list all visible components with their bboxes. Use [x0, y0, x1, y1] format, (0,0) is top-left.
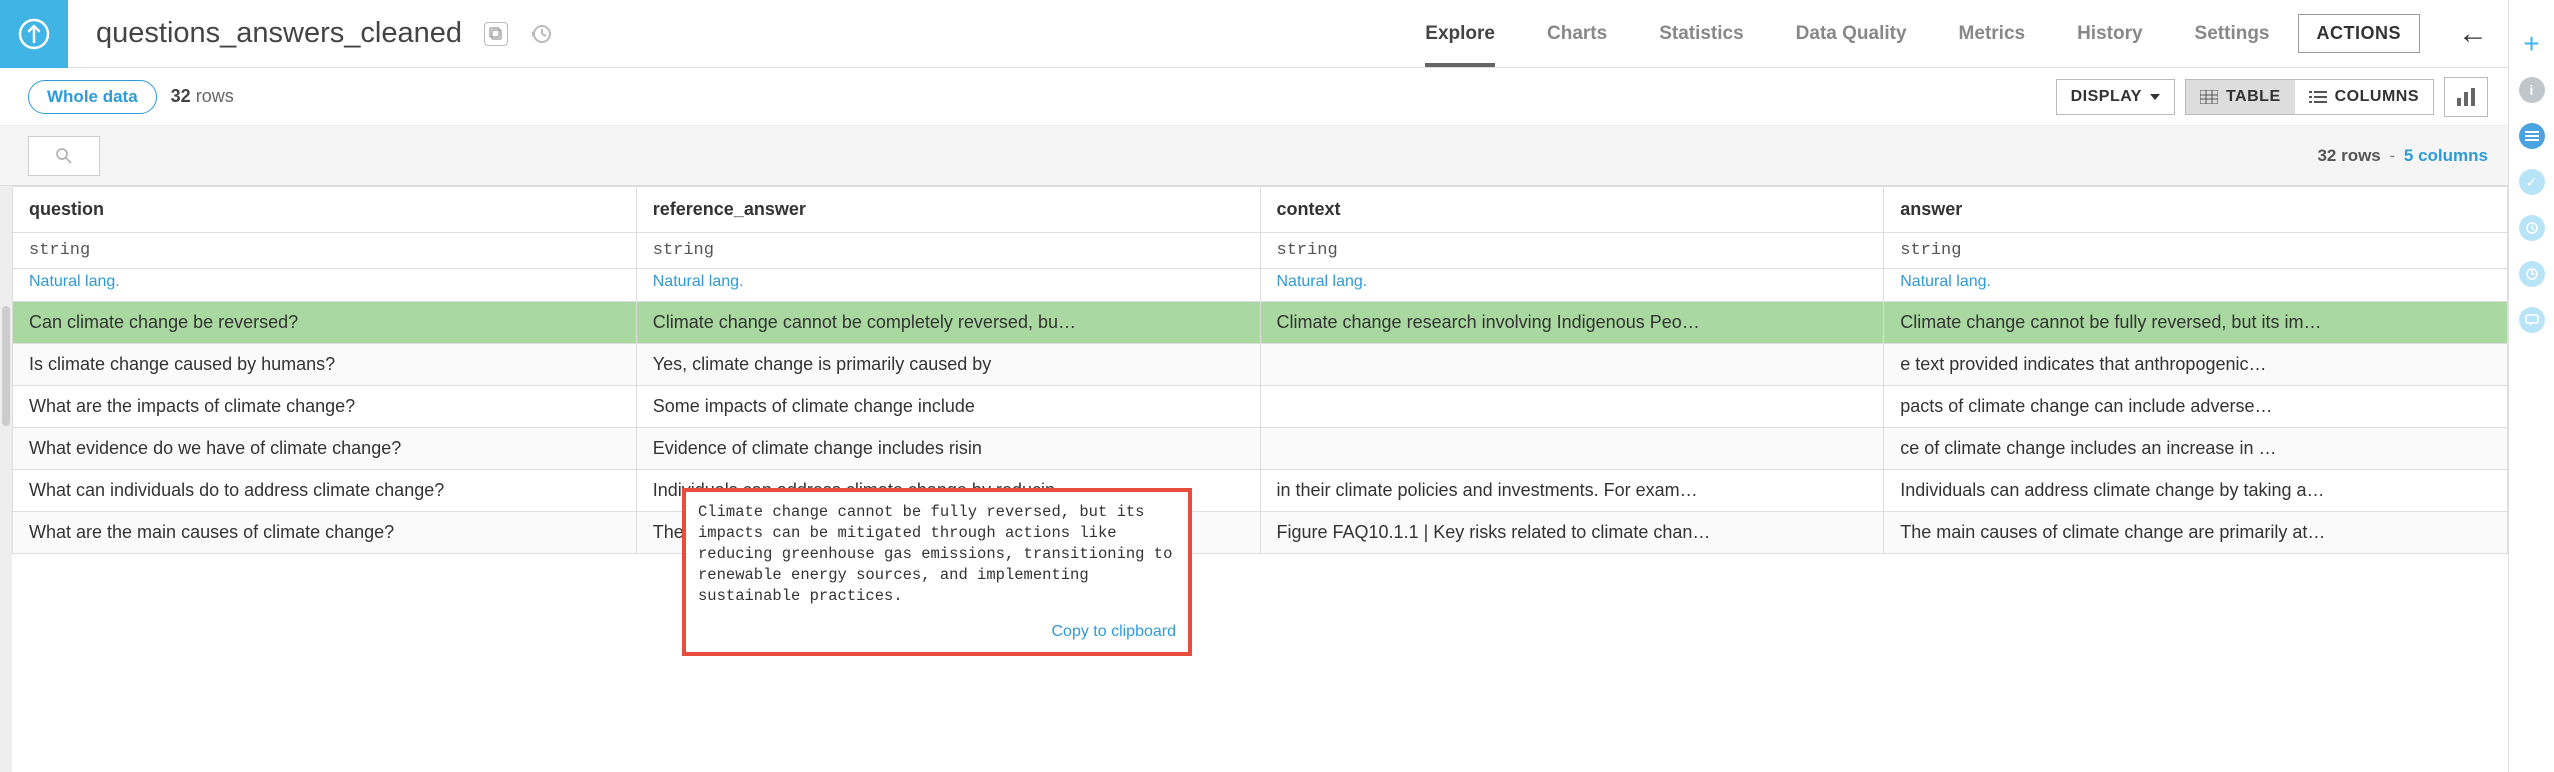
table-row[interactable]: What evidence do we have of climate chan…	[13, 428, 2508, 470]
cell[interactable]: pacts of climate change can include adve…	[1884, 386, 2508, 428]
view-toggle: TABLE COLUMNS	[2185, 79, 2434, 115]
col-meaning[interactable]: Natural lang.	[29, 273, 120, 290]
table-view-button[interactable]: TABLE	[2186, 80, 2295, 114]
meaning-row: Natural lang. Natural lang. Natural lang…	[13, 269, 2508, 302]
nav-settings[interactable]: Settings	[2195, 0, 2270, 67]
cell[interactable]: What evidence do we have of climate chan…	[13, 428, 637, 470]
filter-bar: 32 rows - 5 columns	[0, 126, 2508, 186]
cell[interactable]: Individuals can address climate change b…	[1884, 470, 2508, 512]
list-button[interactable]	[2518, 122, 2546, 150]
table-wrap: question reference_answer context answer…	[0, 186, 2508, 772]
cell[interactable]: Yes, climate change is primarily caused …	[636, 344, 1260, 386]
col-header[interactable]: question	[13, 187, 637, 233]
nav-statistics[interactable]: Statistics	[1659, 0, 1743, 67]
cell[interactable]: Climate change research involving Indige…	[1260, 302, 1884, 344]
nav-metrics[interactable]: Metrics	[1959, 0, 2026, 67]
table-row[interactable]: Can climate change be reversed?Climate c…	[13, 302, 2508, 344]
toolbar: Whole data 32 rows DISPLAY TABLE	[0, 68, 2508, 126]
filter-cols[interactable]: 5 columns	[2404, 146, 2488, 165]
cell[interactable]: What are the main causes of climate chan…	[13, 512, 637, 554]
table-row[interactable]: What can individuals do to address clima…	[13, 470, 2508, 512]
table-row[interactable]: Is climate change caused by humans?Yes, …	[13, 344, 2508, 386]
info-button[interactable]: i	[2518, 76, 2546, 104]
chart-button[interactable]	[2444, 77, 2488, 117]
check-button[interactable]: ✓	[2518, 168, 2546, 196]
search-input[interactable]	[28, 136, 100, 176]
chevron-down-icon	[2150, 94, 2160, 100]
cell[interactable]: The main causes of climate change are pr…	[1884, 512, 2508, 554]
copy-icon[interactable]	[484, 22, 508, 46]
col-meaning[interactable]: Natural lang.	[1900, 273, 1991, 290]
bar-chart-icon	[2455, 88, 2477, 106]
logo-icon	[15, 15, 53, 53]
col-header[interactable]: reference_answer	[636, 187, 1260, 233]
row-gutter	[0, 186, 12, 772]
data-table: question reference_answer context answer…	[12, 186, 2508, 554]
row-count: 32 rows	[171, 86, 234, 107]
columns-label: COLUMNS	[2335, 88, 2419, 106]
table-row[interactable]: What are the main causes of climate chan…	[13, 512, 2508, 554]
row-count-word: rows	[196, 86, 234, 106]
nav-dataquality[interactable]: Data Quality	[1796, 0, 1907, 67]
cell[interactable]: What can individuals do to address clima…	[13, 470, 637, 512]
col-type: string	[1884, 233, 2508, 269]
cell[interactable]: in their climate policies and investment…	[1260, 470, 1884, 512]
main-nav: Explore Charts Statistics Data Quality M…	[1425, 0, 2269, 67]
display-label: DISPLAY	[2071, 88, 2142, 106]
nav-charts[interactable]: Charts	[1547, 0, 1607, 67]
add-button[interactable]: +	[2518, 30, 2546, 58]
cell[interactable]: What are the impacts of climate change?	[13, 386, 637, 428]
col-header[interactable]: context	[1260, 187, 1884, 233]
cell[interactable]: Is climate change caused by humans?	[13, 344, 637, 386]
cell[interactable]: ce of climate change includes an increas…	[1884, 428, 2508, 470]
cell[interactable]: Climate change cannot be fully reversed,…	[1884, 302, 2508, 344]
clock-button[interactable]	[2518, 260, 2546, 288]
cell[interactable]: Figure FAQ10.1.1 | Key risks related to …	[1260, 512, 1884, 554]
display-button[interactable]: DISPLAY	[2056, 79, 2175, 115]
copy-to-clipboard[interactable]: Copy to clipboard	[1051, 623, 1176, 640]
col-type: string	[13, 233, 637, 269]
whole-data-chip[interactable]: Whole data	[28, 80, 157, 114]
grid-icon	[2200, 90, 2218, 104]
header-row: question reference_answer context answer	[13, 187, 2508, 233]
cell[interactable]	[1260, 344, 1884, 386]
gutter-handle[interactable]	[2, 306, 10, 426]
cell-tooltip: Climate change cannot be fully reversed,…	[682, 488, 1192, 656]
refresh-icon[interactable]	[530, 22, 554, 46]
cell[interactable]: Can climate change be reversed?	[13, 302, 637, 344]
comment-button[interactable]	[2518, 306, 2546, 334]
type-row: string string string string	[13, 233, 2508, 269]
columns-view-button[interactable]: COLUMNS	[2295, 80, 2433, 114]
col-type: string	[1260, 233, 1884, 269]
header: questions_answers_cleaned Explore Charts…	[0, 0, 2508, 68]
row-count-num: 32	[171, 86, 191, 106]
list-icon	[2309, 90, 2327, 104]
right-rail: + i ✓	[2509, 0, 2554, 772]
table-row[interactable]: What are the impacts of climate change?S…	[13, 386, 2508, 428]
cell[interactable]: Some impacts of climate change include	[636, 386, 1260, 428]
cell[interactable]: Evidence of climate change includes risi…	[636, 428, 1260, 470]
filter-summary: 32 rows - 5 columns	[2317, 146, 2488, 166]
nav-history[interactable]: History	[2077, 0, 2142, 67]
back-arrow-icon[interactable]: ←	[2458, 17, 2488, 51]
col-header[interactable]: answer	[1884, 187, 2508, 233]
table-label: TABLE	[2226, 88, 2281, 106]
col-meaning[interactable]: Natural lang.	[653, 273, 744, 290]
col-type: string	[636, 233, 1260, 269]
app-logo[interactable]	[0, 0, 68, 68]
cell[interactable]	[1260, 386, 1884, 428]
search-icon	[55, 147, 73, 165]
cell[interactable]: Climate change cannot be completely reve…	[636, 302, 1260, 344]
tooltip-text: Climate change cannot be fully reversed,…	[698, 502, 1176, 607]
cell[interactable]	[1260, 428, 1884, 470]
col-meaning[interactable]: Natural lang.	[1277, 273, 1368, 290]
history-button[interactable]	[2518, 214, 2546, 242]
dataset-title: questions_answers_cleaned	[96, 17, 462, 50]
filter-rows: 32 rows	[2317, 146, 2380, 165]
nav-explore[interactable]: Explore	[1425, 0, 1495, 67]
actions-button[interactable]: ACTIONS	[2298, 14, 2421, 53]
cell[interactable]: e text provided indicates that anthropog…	[1884, 344, 2508, 386]
